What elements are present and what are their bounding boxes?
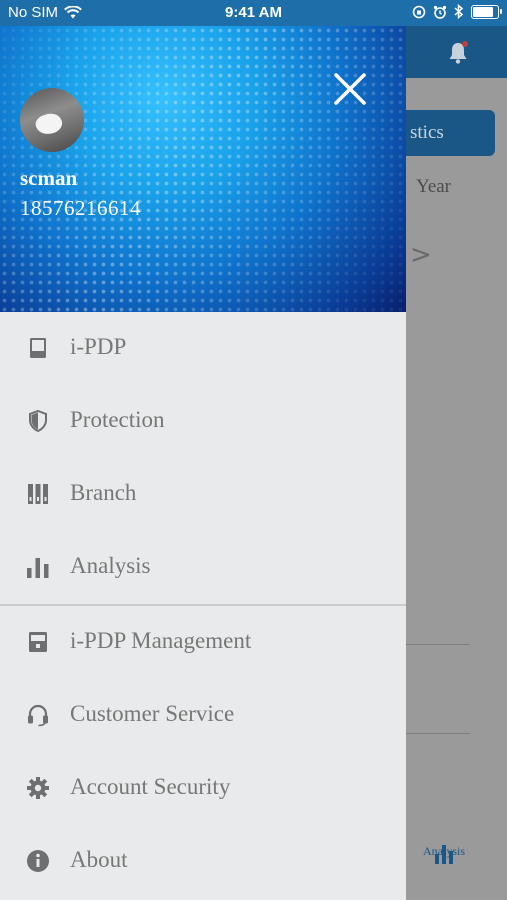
orientation-lock-icon [412, 5, 426, 18]
bell-icon[interactable] [446, 40, 470, 66]
bluetooth-icon [454, 4, 464, 19]
menu-item-about[interactable]: About [0, 825, 406, 898]
avatar[interactable] [20, 88, 84, 152]
navigation-drawer: scman 18576216614 i-PDP Protection Branc… [0, 26, 406, 900]
background-header [406, 26, 507, 78]
background-divider [406, 644, 470, 645]
menu-item-protection[interactable]: Protection [0, 385, 406, 458]
device-management-icon [29, 632, 47, 652]
menu-item-label: Customer Service [70, 701, 235, 726]
background-divider [406, 733, 470, 734]
background-statistics-tab: stics [406, 110, 495, 156]
menu-item-label: Branch [70, 480, 137, 505]
status-right [412, 4, 502, 19]
headset-icon [28, 704, 48, 727]
battery-icon [471, 4, 502, 19]
background-year-label: Year [416, 176, 452, 197]
branch-icon [28, 484, 48, 504]
user-phone: 18576216614 [20, 196, 141, 220]
info-icon [27, 850, 49, 872]
menu-item-label: About [70, 847, 128, 872]
bar-chart-icon [27, 558, 49, 578]
device-icon [30, 338, 46, 358]
menu-item-ipdp-management[interactable]: i-PDP Management [0, 606, 406, 679]
menu-item-label: Protection [70, 407, 165, 432]
profile-header: scman 18576216614 [0, 26, 406, 312]
menu-item-account-security[interactable]: Account Security [0, 752, 406, 825]
menu-item-label: Analysis [70, 553, 151, 578]
menu-item-ipdp[interactable]: i-PDP [0, 312, 406, 385]
status-bar: No SIM 9:41 AM [0, 0, 507, 26]
shield-icon [29, 409, 47, 433]
close-icon[interactable] [332, 71, 368, 107]
gear-icon [27, 777, 49, 799]
user-name: scman [20, 166, 78, 190]
menu-item-customer-service[interactable]: Customer Service [0, 679, 406, 752]
chevron-right-icon: > [410, 240, 432, 270]
menu-item-label: Account Security [70, 774, 231, 799]
alarm-icon [433, 5, 447, 19]
menu-item-branch[interactable]: Branch [0, 458, 406, 531]
menu-item-label: i-PDP Management [70, 628, 252, 653]
background-analysis-tab-label: Analysis [423, 844, 465, 858]
menu-item-analysis[interactable]: Analysis [0, 531, 406, 604]
background-app: stics Year > Analysis [406, 26, 507, 900]
menu-item-label: i-PDP [70, 334, 127, 359]
drawer-menu: i-PDP Protection Branch Analysis i-PDP M… [0, 312, 406, 898]
